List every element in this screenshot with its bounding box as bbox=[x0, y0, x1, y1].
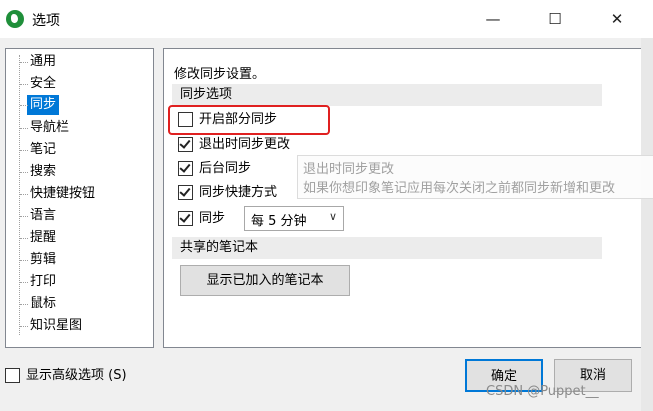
sync-on-exit-label: 退出时同步更改 bbox=[199, 137, 291, 152]
close-icon[interactable]: ✕ bbox=[594, 0, 640, 38]
sync-interval-value: 每 5 分钟 bbox=[251, 214, 307, 229]
auto-sync-checkbox[interactable] bbox=[178, 210, 193, 226]
nav-item-search[interactable]: 搜索 bbox=[20, 162, 59, 182]
nav-item-notes[interactable]: 笔记 bbox=[20, 140, 59, 160]
auto-sync-option[interactable]: 同步 bbox=[178, 209, 225, 229]
nav-item-shortcuts[interactable]: 快捷键按钮 bbox=[20, 184, 98, 204]
window-title: 选项 bbox=[32, 13, 60, 29]
sync-shortcuts-option[interactable]: 同步快捷方式 bbox=[178, 183, 277, 203]
chevron-down-icon: ∨ bbox=[328, 210, 337, 223]
partial-sync-checkbox[interactable] bbox=[178, 111, 193, 127]
nav-item-navbar[interactable]: 导航栏 bbox=[20, 118, 72, 138]
sync-intro-text: 修改同步设置。 bbox=[174, 67, 266, 82]
nav-item-language[interactable]: 语言 bbox=[20, 206, 59, 226]
sync-shortcuts-checkbox[interactable] bbox=[178, 184, 193, 200]
nav-item-print[interactable]: 打印 bbox=[20, 272, 59, 292]
minimize-icon[interactable]: — bbox=[470, 0, 516, 38]
show-advanced-checkbox[interactable] bbox=[5, 367, 20, 383]
auto-sync-label: 同步 bbox=[199, 211, 226, 226]
sync-on-exit-checkbox[interactable] bbox=[178, 136, 193, 152]
sync-interval-select[interactable]: 每 5 分钟 ∨ bbox=[244, 206, 344, 231]
options-category-tree: 通用 安全 同步 导航栏 笔记 搜索 快捷键按钮 语言 提醒 剪辑 打印 鼠标 … bbox=[5, 48, 154, 348]
background-sync-label: 后台同步 bbox=[199, 161, 252, 176]
sync-on-exit-tooltip: 退出时同步更改 如果你想印象笔记应用每次关闭之前都同步新增和更改 bbox=[297, 155, 653, 199]
sync-options-header: 同步选项 bbox=[172, 84, 602, 106]
nav-item-general[interactable]: 通用 bbox=[20, 52, 59, 72]
show-advanced-label: 显示高级选项 (S) bbox=[26, 368, 127, 383]
show-advanced-option[interactable]: 显示高级选项 (S) bbox=[5, 366, 127, 386]
maximize-icon[interactable]: ☐ bbox=[532, 0, 578, 38]
background-sync-checkbox[interactable] bbox=[178, 160, 193, 176]
evernote-app-icon bbox=[6, 10, 24, 28]
partial-sync-label: 开启部分同步 bbox=[199, 112, 278, 127]
tooltip-body: 如果你想印象笔记应用每次关闭之前都同步新增和更改 bbox=[303, 181, 616, 196]
title-bar: 选项 — ☐ ✕ bbox=[0, 0, 653, 38]
nav-item-knowledge-map[interactable]: 知识星图 bbox=[20, 316, 85, 336]
shared-notebooks-header: 共享的笔记本 bbox=[172, 237, 602, 259]
background-window-edge bbox=[641, 38, 653, 411]
tooltip-title: 退出时同步更改 bbox=[303, 162, 395, 177]
sync-on-exit-option[interactable]: 退出时同步更改 bbox=[178, 135, 290, 155]
partial-sync-option[interactable]: 开启部分同步 bbox=[178, 110, 277, 130]
nav-item-security[interactable]: 安全 bbox=[20, 74, 59, 94]
nav-item-sync[interactable]: 同步 bbox=[19, 95, 60, 115]
csdn-watermark: CSDN @Puppet__ bbox=[486, 384, 599, 399]
show-joined-notebooks-button[interactable]: 显示已加入的笔记本 bbox=[180, 265, 350, 296]
nav-item-clipper[interactable]: 剪辑 bbox=[20, 250, 59, 270]
nav-item-mouse[interactable]: 鼠标 bbox=[20, 294, 59, 314]
nav-item-reminders[interactable]: 提醒 bbox=[20, 228, 59, 248]
background-sync-option[interactable]: 后台同步 bbox=[178, 159, 251, 179]
sync-shortcuts-label: 同步快捷方式 bbox=[199, 185, 278, 200]
